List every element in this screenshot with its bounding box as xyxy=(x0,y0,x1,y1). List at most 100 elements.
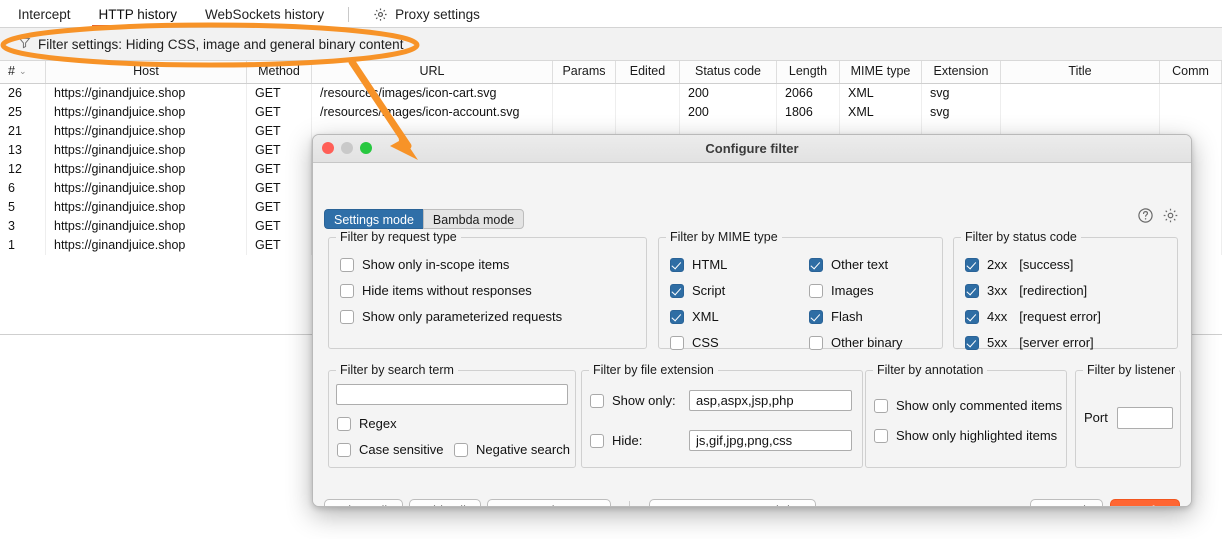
checkbox-hide-items-without-responses[interactable]: Hide items without responses xyxy=(340,283,532,298)
column-header-ext[interactable]: Extension xyxy=(922,61,1001,83)
column-header-mime[interactable]: MIME type xyxy=(840,61,922,83)
extension-show-only-input[interactable] xyxy=(689,390,852,411)
tab-settings-mode[interactable]: Settings mode xyxy=(324,209,423,229)
chevron-down-icon[interactable]: ⌄ xyxy=(19,61,27,82)
checkbox-box[interactable] xyxy=(590,394,604,408)
column-header-params[interactable]: Params xyxy=(553,61,616,83)
checkbox-label: Show only in-scope items xyxy=(362,257,509,272)
cell-num: 12 xyxy=(0,160,46,179)
search-term-input[interactable] xyxy=(336,384,568,405)
checkbox-box[interactable] xyxy=(874,399,888,413)
checkbox-extension-hide[interactable]: Hide: xyxy=(590,433,642,448)
cancel-button[interactable]: Cancel xyxy=(1030,499,1103,507)
column-header-host[interactable]: Host xyxy=(46,61,247,83)
tab-intercept[interactable]: Intercept xyxy=(4,1,85,27)
group-file-extension: Filter by file extension Show only: Hide… xyxy=(581,370,863,468)
tab-websockets-history[interactable]: WebSockets history xyxy=(191,1,338,27)
table-row[interactable]: 25https://ginandjuice.shopGET/resources/… xyxy=(0,103,1222,122)
group-request-type: Filter by request type Show only in-scop… xyxy=(328,237,647,349)
checkbox-mime-flash[interactable]: Flash xyxy=(809,309,863,324)
gear-icon[interactable] xyxy=(1162,207,1179,227)
checkbox-regex[interactable]: Regex xyxy=(337,416,397,431)
column-header-edited[interactable]: Edited xyxy=(616,61,680,83)
checkbox-box[interactable] xyxy=(809,310,823,324)
revert-changes-button[interactable]: Revert changes xyxy=(487,499,611,507)
column-header-title[interactable]: Title xyxy=(1001,61,1160,83)
checkbox-show-only-in-scope[interactable]: Show only in-scope items xyxy=(340,257,509,272)
checkbox-box[interactable] xyxy=(590,434,604,448)
column-header-status[interactable]: Status code xyxy=(680,61,777,83)
column-header-num[interactable]: #⌄ xyxy=(0,61,46,83)
help-circle-icon[interactable] xyxy=(1137,207,1154,227)
filter-settings-bar[interactable]: Filter settings: Hiding CSS, image and g… xyxy=(0,28,1222,61)
checkbox-box[interactable] xyxy=(965,258,979,272)
checkbox-label: XML xyxy=(692,309,719,324)
column-header-comment[interactable]: Comm xyxy=(1160,61,1222,83)
extension-hide-input[interactable] xyxy=(689,430,852,451)
cell-method: GET xyxy=(247,236,312,255)
checkbox-status-5xx[interactable]: 5xx [server error] xyxy=(965,335,1094,350)
checkbox-mime-images[interactable]: Images xyxy=(809,283,874,298)
group-file-extension-legend: Filter by file extension xyxy=(589,363,718,377)
checkbox-label: CSS xyxy=(692,335,719,350)
column-header-url[interactable]: URL xyxy=(312,61,553,83)
checkbox-negative-search[interactable]: Negative search xyxy=(454,442,570,457)
checkbox-show-only-parameterized[interactable]: Show only parameterized requests xyxy=(340,309,562,324)
checkbox-box[interactable] xyxy=(874,429,888,443)
checkbox-box[interactable] xyxy=(809,284,823,298)
checkbox-status-3xx[interactable]: 3xx [redirection] xyxy=(965,283,1087,298)
checkbox-box[interactable] xyxy=(670,310,684,324)
checkbox-extension-show-only[interactable]: Show only: xyxy=(590,393,676,408)
column-header-length[interactable]: Length xyxy=(777,61,840,83)
cell-num: 1 xyxy=(0,236,46,255)
checkbox-box[interactable] xyxy=(965,336,979,350)
group-listener: Filter by listener Port xyxy=(1075,370,1181,468)
checkbox-box[interactable] xyxy=(340,284,354,298)
table-header-row: #⌄HostMethodURLParamsEdited Status code Le… xyxy=(0,61,1222,84)
filter-funnel-icon xyxy=(18,36,31,52)
checkbox-mime-css[interactable]: CSS xyxy=(670,335,719,350)
checkbox-case-sensitive[interactable]: Case sensitive xyxy=(337,442,444,457)
checkbox-mime-script[interactable]: Script xyxy=(670,283,725,298)
checkbox-status-4xx[interactable]: 4xx [request error] xyxy=(965,309,1101,324)
tab-proxy-settings[interactable]: Proxy settings xyxy=(359,1,494,27)
checkbox-box[interactable] xyxy=(340,310,354,324)
checkbox-box[interactable] xyxy=(670,284,684,298)
tab-http-history[interactable]: HTTP history xyxy=(85,1,192,27)
port-input[interactable] xyxy=(1117,407,1173,429)
apply-button[interactable]: Apply xyxy=(1110,499,1180,507)
checkbox-box[interactable] xyxy=(809,336,823,350)
convert-to-bambda-button[interactable]: Convert to Bambda xyxy=(649,499,816,507)
checkbox-mime-other-binary[interactable]: Other binary xyxy=(809,335,903,350)
column-header-label: Status code xyxy=(695,64,761,78)
port-label: Port xyxy=(1084,410,1108,425)
group-search-term: Filter by search term Regex Case sensiti… xyxy=(328,370,576,468)
checkbox-box[interactable] xyxy=(965,310,979,324)
checkbox-box[interactable] xyxy=(337,443,351,457)
cell-status: 200 xyxy=(680,103,777,122)
show-all-button[interactable]: Show all xyxy=(324,499,403,507)
checkbox-box[interactable] xyxy=(454,443,468,457)
cell-mime: XML xyxy=(840,103,922,122)
hide-all-button[interactable]: Hide all xyxy=(409,499,481,507)
group-status-code: Filter by status code 2xx [success] 3xx … xyxy=(953,237,1178,349)
checkbox-box[interactable] xyxy=(965,284,979,298)
convert-arrows-icon xyxy=(668,505,682,508)
checkbox-box[interactable] xyxy=(670,258,684,272)
checkbox-show-only-commented[interactable]: Show only commented items xyxy=(874,398,1062,413)
checkbox-mime-other-text[interactable]: Other text xyxy=(809,257,888,272)
tab-bambda-mode[interactable]: Bambda mode xyxy=(423,209,524,229)
checkbox-mime-html[interactable]: HTML xyxy=(670,257,727,272)
cell-method: GET xyxy=(247,179,312,198)
checkbox-box[interactable] xyxy=(670,336,684,350)
column-header-method[interactable]: Method xyxy=(247,61,312,83)
checkbox-status-2xx[interactable]: 2xx [success] xyxy=(965,257,1073,272)
checkbox-show-only-highlighted[interactable]: Show only highlighted items xyxy=(874,428,1057,443)
checkbox-box[interactable] xyxy=(337,417,351,431)
cell-num: 3 xyxy=(0,217,46,236)
checkbox-mime-xml[interactable]: XML xyxy=(670,309,719,324)
checkbox-label: Show only parameterized requests xyxy=(362,309,562,324)
table-row[interactable]: 26https://ginandjuice.shopGET/resources/… xyxy=(0,84,1222,103)
checkbox-box[interactable] xyxy=(340,258,354,272)
checkbox-box[interactable] xyxy=(809,258,823,272)
